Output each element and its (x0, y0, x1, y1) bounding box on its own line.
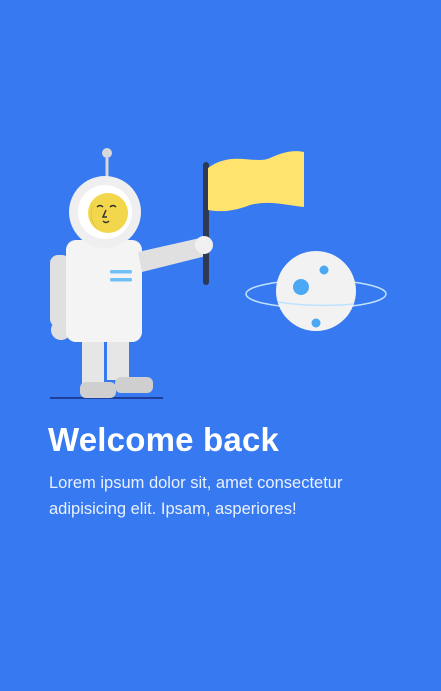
welcome-subtitle: Lorem ipsum dolor sit, amet consectetur … (49, 474, 343, 518)
space-illustration (50, 148, 387, 399)
welcome-title: Welcome back (48, 421, 280, 458)
planet-icon (245, 251, 387, 331)
astronaut-icon (50, 148, 206, 398)
welcome-screen: Welcome back Lorem ipsum dolor sit, amet… (0, 0, 441, 691)
flag-icon (195, 151, 304, 285)
